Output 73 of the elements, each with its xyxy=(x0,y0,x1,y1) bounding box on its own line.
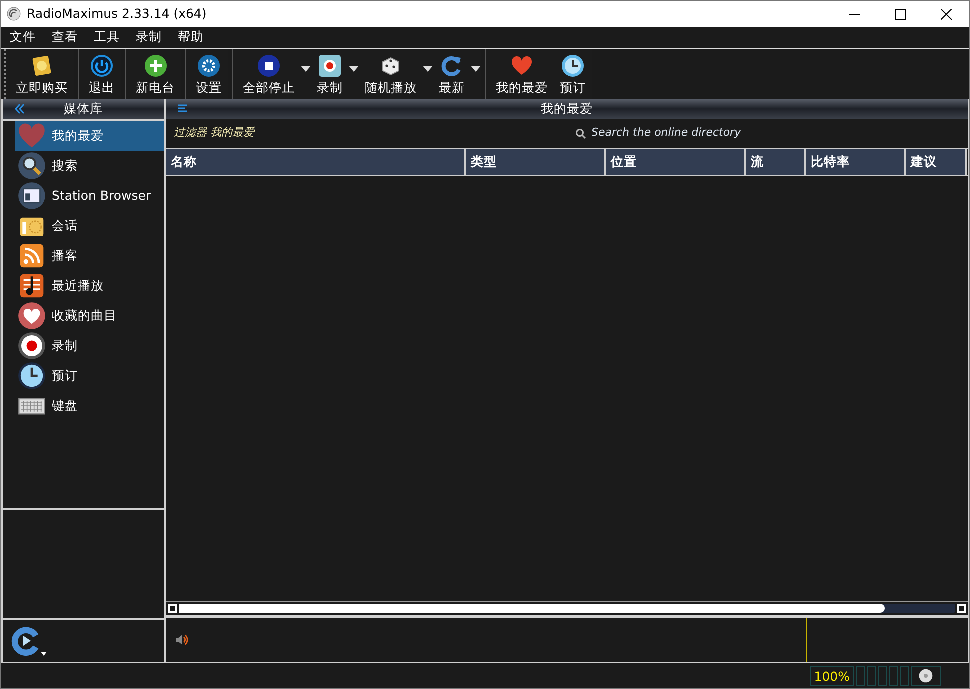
column-header[interactable]: 位置 xyxy=(606,149,746,175)
power-icon xyxy=(90,54,114,78)
meter-segment xyxy=(856,666,865,686)
meter-segment xyxy=(900,666,909,686)
filter-label: 过滤器 我的最爱 xyxy=(174,125,254,142)
sidebar-item[interactable]: 我的最爱 xyxy=(15,121,164,151)
close-icon xyxy=(940,8,952,20)
horizontal-scrollbar[interactable] xyxy=(166,601,968,615)
toolbar-button[interactable]: 录制 xyxy=(311,54,349,94)
sidebar-item[interactable]: 收藏的曲目 xyxy=(15,301,164,331)
meter-segment xyxy=(889,666,898,686)
panel-title: 我的最爱 xyxy=(540,100,594,118)
music-note-icon xyxy=(18,272,46,300)
record-icon xyxy=(318,54,342,78)
play-menu-button[interactable] xyxy=(11,626,47,656)
meter-segment xyxy=(878,666,887,686)
toolbar-button[interactable]: 预订 xyxy=(554,54,592,94)
menu-item[interactable]: 查看 xyxy=(43,28,85,47)
speaker-icon xyxy=(174,632,190,648)
toolbar-button[interactable]: 新电台 xyxy=(130,54,181,94)
disc-button[interactable] xyxy=(911,666,941,686)
app-icon xyxy=(7,7,21,21)
disc-icon xyxy=(918,668,934,684)
window-title: RadioMaximus 2.33.14 (x64) xyxy=(27,4,207,23)
search-field[interactable]: Search the online directory xyxy=(574,125,792,142)
sidebar-item[interactable]: Station Browser xyxy=(15,181,164,211)
sidebar-item[interactable]: 搜索 xyxy=(15,151,164,181)
search-icon xyxy=(574,128,586,140)
sidebar-item[interactable]: 会话 xyxy=(15,211,164,241)
dropdown-caret-icon[interactable] xyxy=(423,66,433,72)
dropdown-caret-icon[interactable] xyxy=(301,66,311,72)
column-header[interactable]: 比特率 xyxy=(806,149,906,175)
sidebar-item[interactable]: 键盘 xyxy=(15,391,164,421)
menu-item[interactable]: 帮助 xyxy=(169,28,211,47)
maximize-icon xyxy=(894,8,906,20)
sidebar-item[interactable]: 预订 xyxy=(15,361,164,391)
toolbar-button[interactable]: 最新 xyxy=(433,54,471,94)
sidebar-item[interactable]: 播客 xyxy=(15,241,164,271)
toolbar-button[interactable]: 我的最爱 xyxy=(490,54,554,94)
volume-level: 100% xyxy=(810,666,854,686)
menu-item[interactable]: 文件 xyxy=(1,28,43,47)
dropdown-caret-icon[interactable] xyxy=(349,66,359,72)
clock-icon xyxy=(18,362,46,390)
collapse-icon[interactable] xyxy=(13,103,27,115)
caret-icon xyxy=(41,652,47,656)
clock-icon xyxy=(561,54,585,78)
heart-icon xyxy=(510,54,534,78)
gear-icon xyxy=(197,54,221,78)
menu-item[interactable]: 录制 xyxy=(127,28,169,47)
sidebar-item[interactable]: 录制 xyxy=(15,331,164,361)
heart-icon xyxy=(18,122,46,150)
dropdown-caret-icon[interactable] xyxy=(471,66,481,72)
plus-icon xyxy=(144,54,168,78)
refresh-icon xyxy=(440,54,464,78)
menu-item[interactable]: 工具 xyxy=(85,28,127,47)
column-header[interactable]: 名称 xyxy=(166,149,466,175)
toolbar-button[interactable]: 随机播放 xyxy=(359,54,423,94)
panel-title: 媒体库 xyxy=(63,100,104,118)
toolbar-button[interactable]: 退出 xyxy=(83,54,121,94)
toolbar-button[interactable]: 设置 xyxy=(190,54,228,94)
menu-icon[interactable] xyxy=(176,103,190,115)
stop-icon xyxy=(257,54,281,78)
sidebar-item[interactable]: 最近播放 xyxy=(15,271,164,301)
toolbar-button[interactable]: 全部停止 xyxy=(237,54,301,94)
column-header[interactable]: 类型 xyxy=(466,149,606,175)
column-header[interactable]: 建议 xyxy=(906,149,967,175)
meter-segment xyxy=(867,666,876,686)
rss-icon xyxy=(18,242,46,270)
search-icon xyxy=(18,152,46,180)
record-icon xyxy=(18,332,46,360)
browser-window-icon xyxy=(18,182,46,210)
toolbar-button[interactable]: 立即购买 xyxy=(10,54,74,94)
column-header[interactable]: 流 xyxy=(746,149,806,175)
